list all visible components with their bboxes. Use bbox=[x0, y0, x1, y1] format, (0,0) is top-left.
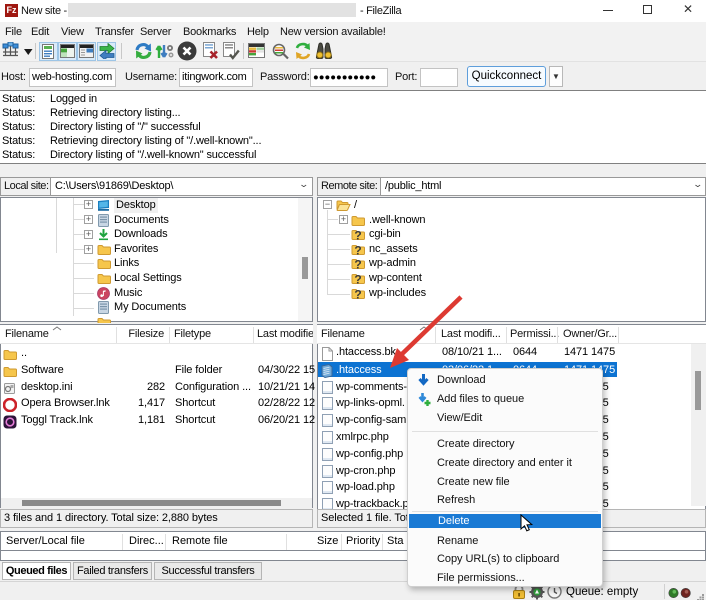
svg-text:?: ? bbox=[354, 258, 361, 271]
svg-text:?: ? bbox=[354, 229, 361, 242]
svg-text:?: ? bbox=[354, 243, 361, 256]
svg-text:?: ? bbox=[354, 287, 361, 300]
svg-text:?: ? bbox=[354, 273, 361, 286]
